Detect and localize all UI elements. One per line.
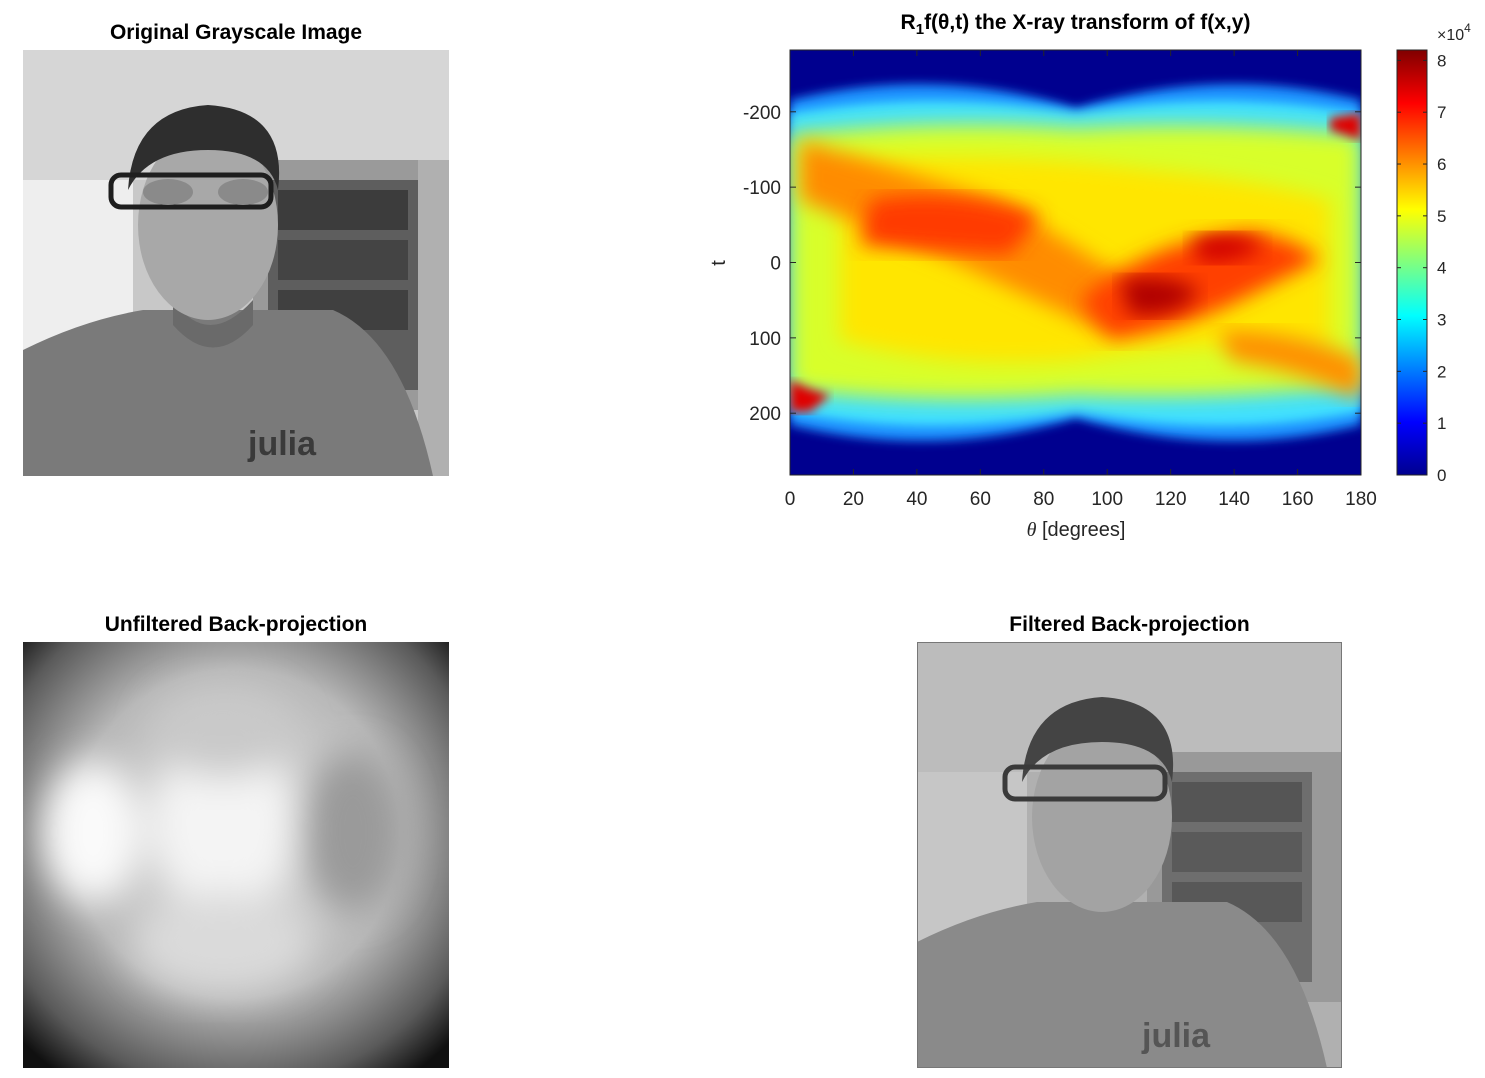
colorbar-tick-label: 2 xyxy=(1437,362,1446,381)
colorbar-tick-label: 8 xyxy=(1437,51,1446,70)
y-tick-label: -100 xyxy=(743,178,781,199)
colorbar xyxy=(1397,50,1427,475)
unfiltered-backprojection-image xyxy=(23,642,449,1068)
y-tick-label: 100 xyxy=(749,329,781,350)
colorbar-tick-label: 3 xyxy=(1437,311,1446,330)
x-tick-label: 0 xyxy=(785,489,796,510)
x-tick-label: 120 xyxy=(1155,489,1187,510)
x-tick-label: 40 xyxy=(906,489,927,510)
colorbar-tick-label: 6 xyxy=(1437,155,1446,174)
x-tick-label: 80 xyxy=(1033,489,1054,510)
x-tick-label: 20 xyxy=(843,489,864,510)
heatmap-image xyxy=(790,50,1361,475)
x-tick-label: 160 xyxy=(1282,489,1314,510)
colorbar-tick-label: 4 xyxy=(1437,259,1446,278)
title-unfiltered: Unfiltered Back-projection xyxy=(104,613,368,636)
y-tick-label: -200 xyxy=(743,103,781,124)
svg-text:julia: julia xyxy=(1141,1017,1211,1055)
x-tick-label: 60 xyxy=(970,489,991,510)
filtered-backprojection-image: julia xyxy=(917,642,1342,1068)
x-tick-label: 100 xyxy=(1091,489,1123,510)
colorbar-exponent: ×104 xyxy=(1437,21,1471,44)
colorbar-tick-label: 0 xyxy=(1437,466,1446,485)
y-axis-label: t xyxy=(708,260,730,266)
y-tick-label: 0 xyxy=(770,254,781,275)
x-axis-label: θ [degrees] xyxy=(1027,519,1126,541)
sinogram-chart: 0 20 40 60 80 100 120 140 160 180 -200-1000100200… xyxy=(708,21,1471,541)
colorbar-tick-label: 1 xyxy=(1437,414,1446,433)
colorbar-tick-label: 7 xyxy=(1437,103,1446,122)
title-filtered: Filtered Back-projection xyxy=(1009,613,1250,636)
x-tick-label: 180 xyxy=(1345,489,1377,510)
colorbar-tick-label: 5 xyxy=(1437,207,1446,226)
y-tick-label: 200 xyxy=(749,404,781,425)
x-tick-label: 140 xyxy=(1218,489,1250,510)
